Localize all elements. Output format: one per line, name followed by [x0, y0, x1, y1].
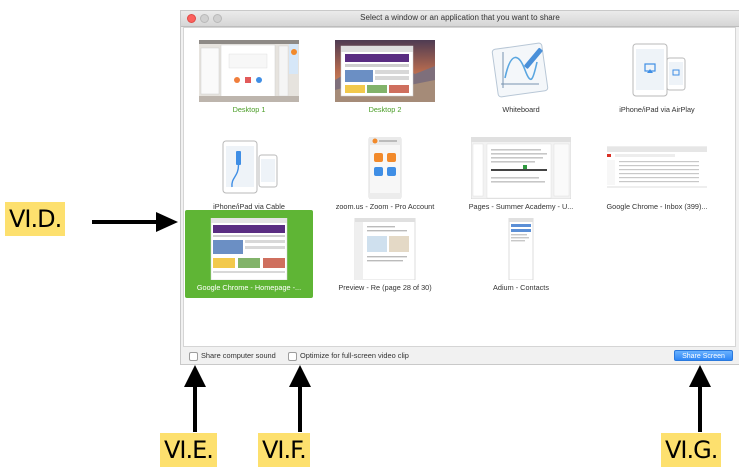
arrow-vi-f [289, 365, 311, 432]
arrow-vi-e [184, 365, 206, 432]
annotation-arrows [92, 212, 711, 432]
arrow-vi-d [92, 212, 178, 232]
arrow-vi-g [689, 365, 711, 432]
